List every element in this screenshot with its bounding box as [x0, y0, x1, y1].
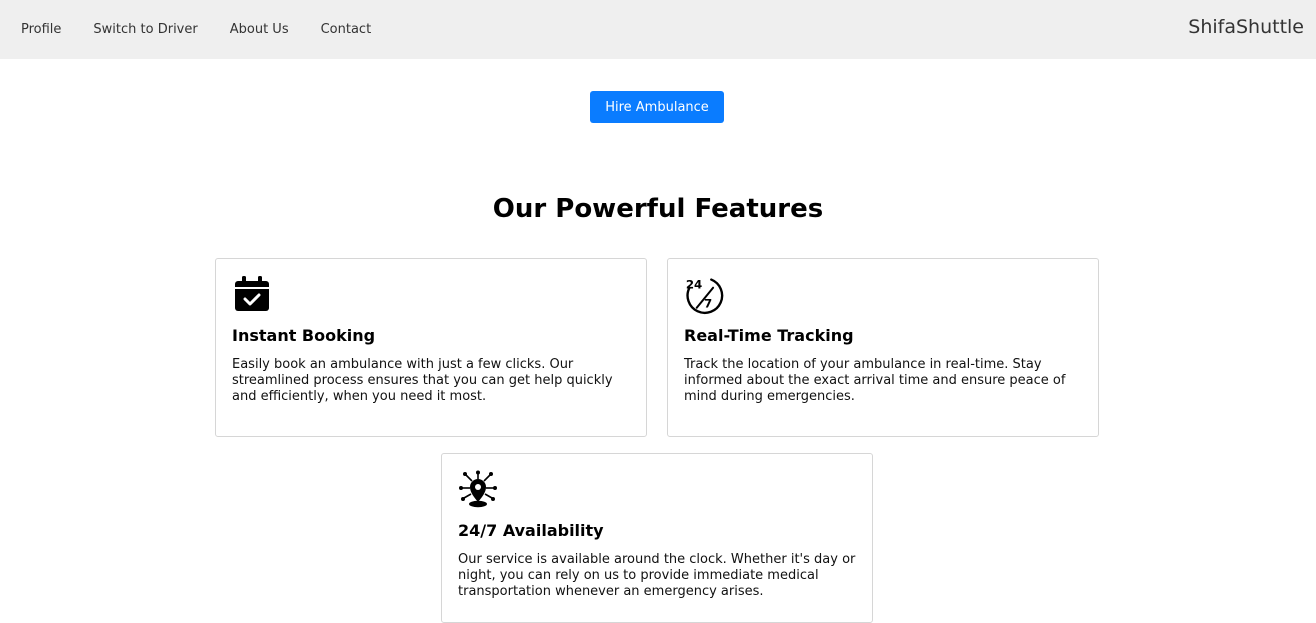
icon-7-label: 7 [704, 297, 712, 311]
nav-link-profile[interactable]: Profile [0, 0, 77, 59]
clock-24-7-icon: 24 7 [686, 278, 724, 315]
location-network-icon [459, 470, 497, 508]
hire-ambulance-button[interactable]: Hire Ambulance [590, 91, 724, 123]
feature-title: 24/7 Availability [458, 521, 604, 540]
feature-description: Our service is available around the cloc… [458, 552, 856, 599]
features-title: Our Powerful Features [492, 194, 824, 224]
icon-24-label: 24 [686, 278, 702, 292]
feature-title: Real-Time Tracking [684, 326, 854, 345]
feature-card-instant-booking: Instant Booking Easily book an ambulance… [215, 258, 647, 437]
feature-description: Easily book an ambulance with just a few… [232, 357, 613, 404]
feature-card-real-time-tracking: 24 7 Real-Time Tracking Track the locati… [667, 258, 1099, 437]
feature-card-availability: 24/7 Availability Our service is availab… [441, 453, 873, 623]
nav-link-contact[interactable]: Contact [305, 0, 388, 59]
nav-link-switch-to-driver[interactable]: Switch to Driver [77, 0, 213, 59]
nav-links: Profile Switch to Driver About Us Contac… [0, 0, 387, 59]
top-navbar: Profile Switch to Driver About Us Contac… [0, 0, 1316, 59]
calendar-check-icon [235, 276, 269, 311]
nav-link-about-us[interactable]: About Us [214, 0, 305, 59]
brand-name[interactable]: ShifaShuttle [1188, 0, 1304, 55]
feature-title: Instant Booking [232, 326, 376, 345]
feature-description: Track the location of your ambulance in … [684, 357, 1066, 404]
